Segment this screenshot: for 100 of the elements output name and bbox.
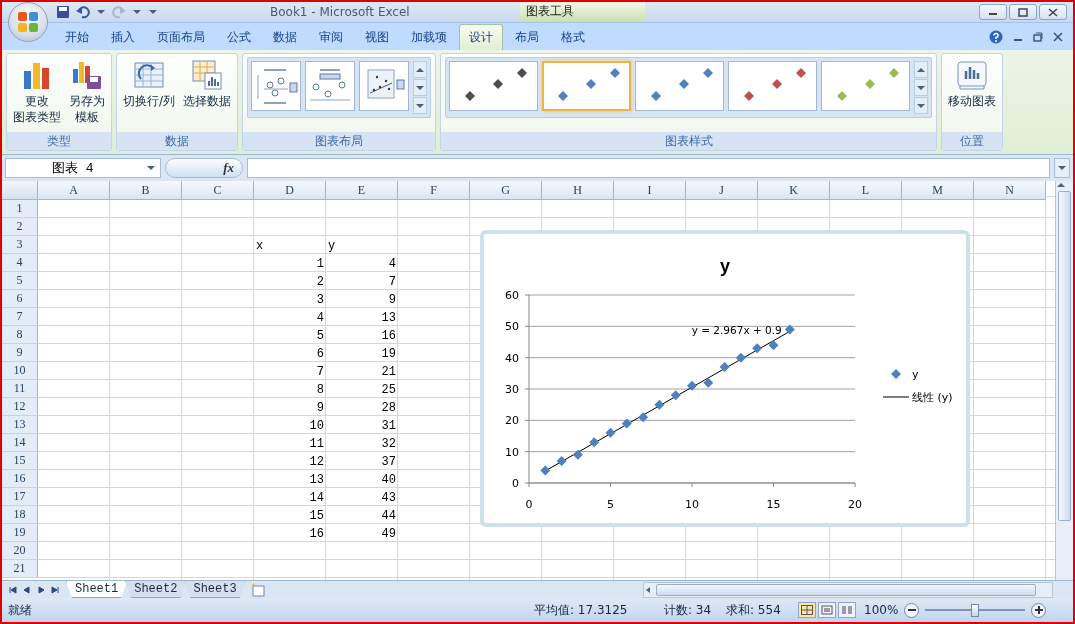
column-header[interactable]: L [830, 181, 902, 200]
table-cell[interactable]: 9 [254, 398, 326, 416]
table-cell[interactable]: 13 [326, 308, 398, 326]
style-option[interactable] [635, 61, 725, 111]
table-cell[interactable]: 16 [326, 326, 398, 344]
table-cell[interactable]: 8 [254, 380, 326, 398]
close-button[interactable] [1039, 4, 1067, 20]
row-header[interactable]: 3 [2, 236, 38, 254]
table-cell[interactable]: 5 [254, 326, 326, 344]
column-header[interactable]: G [470, 181, 542, 200]
ribbon-tab[interactable]: 格式 [551, 24, 595, 50]
row-header[interactable]: 15 [2, 452, 38, 470]
table-cell[interactable]: 25 [326, 380, 398, 398]
table-cell[interactable]: 3 [254, 290, 326, 308]
sheet-nav-icon[interactable] [50, 585, 60, 594]
row-header[interactable]: 18 [2, 506, 38, 524]
table-cell[interactable]: 43 [326, 488, 398, 506]
sheet-tab[interactable]: Sheet2 [125, 581, 187, 598]
row-header[interactable]: 9 [2, 344, 38, 362]
table-cell[interactable]: 13 [254, 470, 326, 488]
column-header[interactable]: C [182, 181, 254, 200]
table-cell[interactable]: 4 [326, 254, 398, 272]
column-header[interactable]: E [326, 181, 398, 200]
table-cell[interactable]: 32 [326, 434, 398, 452]
table-cell[interactable]: 12 [254, 452, 326, 470]
expand-button[interactable] [1054, 158, 1070, 178]
ribbon-tab[interactable]: 设计 [459, 24, 503, 50]
name-box[interactable]: 图表 4 [5, 158, 161, 178]
table-cell[interactable]: 40 [326, 470, 398, 488]
ribbon-tab[interactable]: 视图 [355, 24, 399, 50]
row-header[interactable]: 2 [2, 218, 38, 236]
table-cell[interactable]: 11 [254, 434, 326, 452]
ribbon-button[interactable]: 选择数据 [181, 57, 234, 111]
scroll-up-button[interactable] [413, 61, 428, 78]
layout-option[interactable] [251, 61, 302, 111]
restore-icon[interactable] [1033, 32, 1043, 42]
more-button[interactable] [914, 97, 929, 114]
ribbon-button[interactable]: 更改 图表类型 [11, 57, 63, 127]
column-header[interactable]: M [902, 181, 974, 200]
table-cell[interactable]: 37 [326, 452, 398, 470]
table-cell[interactable]: 19 [326, 344, 398, 362]
style-option[interactable] [542, 61, 632, 111]
sheet-nav-icon[interactable] [8, 585, 18, 594]
maximize-button[interactable] [1009, 4, 1037, 20]
ribbon-tab[interactable]: 插入 [101, 24, 145, 50]
row-header[interactable]: 13 [2, 416, 38, 434]
save-icon[interactable] [56, 5, 70, 19]
column-header[interactable]: J [686, 181, 758, 200]
zoom-thumb[interactable] [971, 603, 979, 617]
ribbon-tab[interactable]: 数据 [263, 24, 307, 50]
zoom-in-button[interactable] [1031, 602, 1046, 618]
row-header[interactable]: 16 [2, 470, 38, 488]
ribbon-button[interactable]: 切换行/列 [121, 57, 178, 111]
row-header[interactable]: 20 [2, 542, 38, 560]
help-icon[interactable] [989, 30, 1003, 44]
style-option[interactable] [449, 61, 539, 111]
table-cell[interactable]: 9 [326, 290, 398, 308]
minimize-button[interactable] [979, 4, 1007, 20]
column-header[interactable]: B [110, 181, 182, 200]
row-header[interactable]: 6 [2, 290, 38, 308]
row-header[interactable]: 14 [2, 434, 38, 452]
row-header[interactable]: 4 [2, 254, 38, 272]
sheet-tab[interactable]: Sheet1 [66, 581, 128, 598]
row-header[interactable]: 10 [2, 362, 38, 380]
table-cell[interactable]: 6 [254, 344, 326, 362]
column-header[interactable]: I [614, 181, 686, 200]
column-header[interactable]: N [974, 181, 1046, 200]
table-cell[interactable]: 15 [254, 506, 326, 524]
table-cell[interactable]: 28 [326, 398, 398, 416]
table-cell[interactable]: 14 [254, 488, 326, 506]
ribbon-tab[interactable]: 公式 [217, 24, 261, 50]
table-cell[interactable]: 49 [326, 524, 398, 542]
scroll-down-button[interactable] [413, 79, 428, 96]
table-cell[interactable]: 21 [326, 362, 398, 380]
column-header[interactable]: H [542, 181, 614, 200]
vertical-scrollbar[interactable] [1055, 181, 1073, 580]
ribbon-tab[interactable]: 布局 [505, 24, 549, 50]
table-cell[interactable]: 2 [254, 272, 326, 290]
normal-view-button[interactable] [798, 602, 816, 618]
table-cell[interactable]: 31 [326, 416, 398, 434]
ribbon-button[interactable]: 移动图表 [946, 57, 999, 111]
table-cell[interactable]: 44 [326, 506, 398, 524]
layout-option[interactable] [305, 61, 356, 111]
table-cell[interactable]: 1 [254, 254, 326, 272]
table-cell[interactable]: 7 [254, 362, 326, 380]
table-cell[interactable]: 7 [326, 272, 398, 290]
style-option[interactable] [728, 61, 818, 111]
sheet-tab[interactable]: Sheet3 [184, 581, 246, 598]
horizontal-scrollbar[interactable] [643, 581, 1053, 598]
row-header[interactable]: 5 [2, 272, 38, 290]
insert-function-button[interactable]: fx [165, 158, 243, 178]
table-cell[interactable]: 4 [254, 308, 326, 326]
column-header[interactable]: F [398, 181, 470, 200]
more-button[interactable] [413, 97, 428, 114]
scroll-down-button[interactable] [914, 79, 929, 96]
table-cell[interactable]: x [254, 236, 326, 254]
ribbon-tab[interactable]: 页面布局 [147, 24, 215, 50]
row-header[interactable]: 11 [2, 380, 38, 398]
column-header[interactable]: A [38, 181, 110, 200]
close-icon[interactable] [1053, 32, 1063, 42]
